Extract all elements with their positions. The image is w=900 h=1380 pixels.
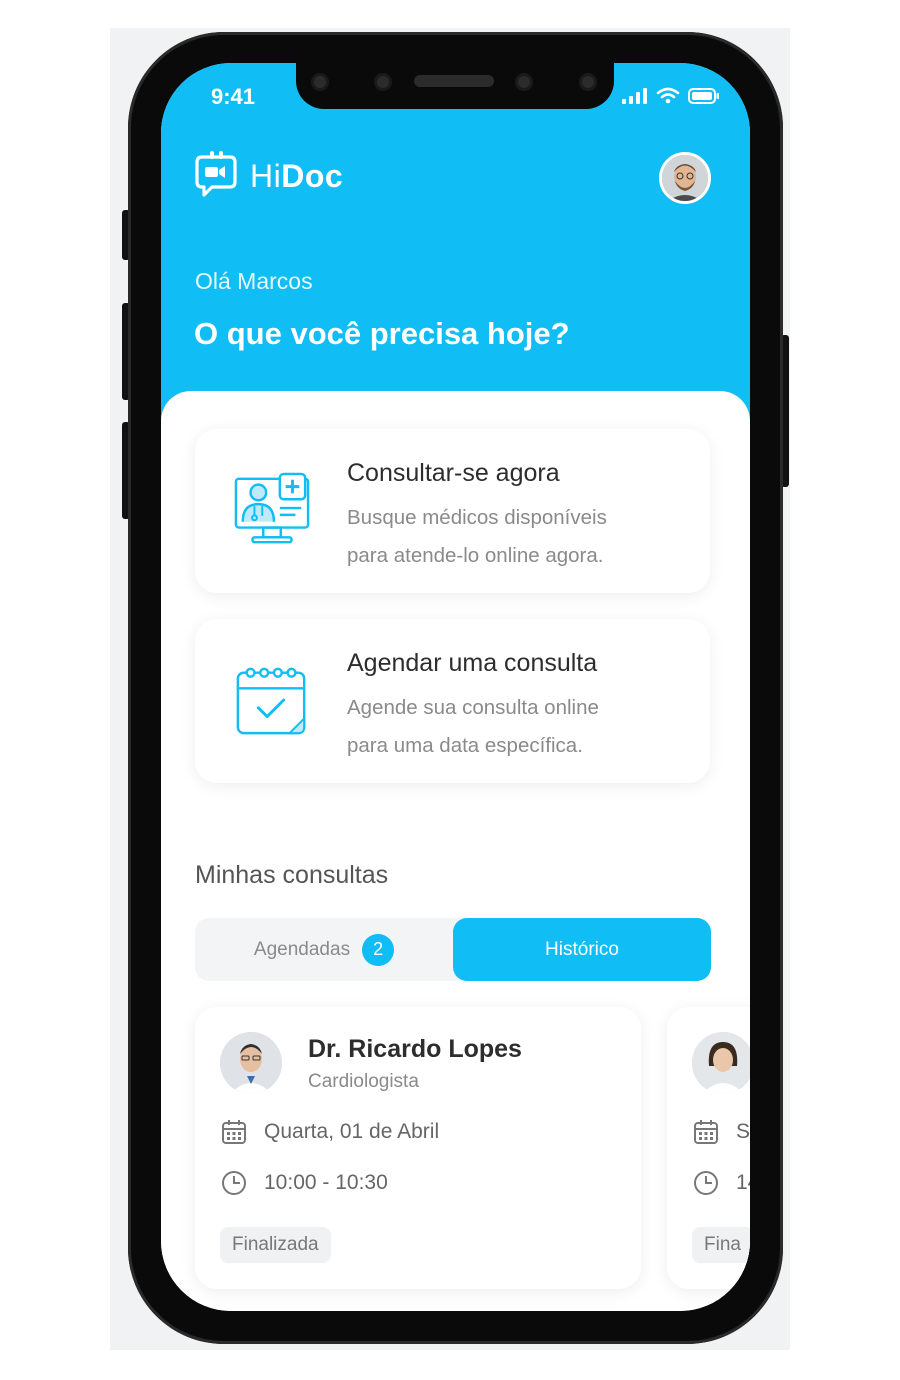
section-title: Minhas consultas (195, 861, 389, 889)
appointment-time: 14 (736, 1171, 750, 1194)
phone-screen: 9:41 HiDoc Olá Marcos O que você precisa… (161, 63, 750, 1311)
wifi-icon (656, 87, 680, 104)
tab-label: Histórico (545, 938, 619, 960)
clock-icon (694, 1171, 718, 1195)
tab-label: Agendadas (253, 938, 351, 960)
speaker-grille (414, 75, 494, 87)
tab-scheduled[interactable]: Agendadas 2 (195, 918, 453, 981)
card-title: Consultar-se agora (347, 459, 560, 487)
consult-now-card[interactable]: Consultar-se agora Busque médicos dispon… (195, 429, 710, 593)
card-description-line: Agende sua consulta online (347, 696, 599, 719)
video-chat-icon (195, 151, 237, 197)
doctor-name: Dr. Ricardo Lopes (308, 1035, 522, 1063)
status-time: 9:41 (211, 84, 256, 109)
card-title: Agendar uma consulta (347, 649, 598, 677)
appointment-date: S (736, 1120, 750, 1143)
status-badge: Finalizada (220, 1227, 331, 1263)
app-name-bold: Doc (281, 157, 344, 194)
appointment-time-row: 10:00 - 10:30 (220, 1169, 388, 1197)
doctor-avatar (220, 1032, 282, 1094)
signal-icon (622, 87, 647, 104)
consult-tabs: Agendadas 2 Histórico (195, 918, 711, 981)
doctor-specialty: Cardiologista (308, 1071, 419, 1092)
clock-icon (222, 1171, 246, 1195)
doctor-monitor-icon (234, 472, 310, 544)
app-name-light: Hi (250, 157, 282, 194)
sensor-icon (374, 73, 392, 91)
card-description-line: Busque médicos disponíveis (347, 506, 607, 529)
battery-icon (688, 87, 719, 104)
appointment-card[interactable]: S 14 Fina (667, 1007, 750, 1289)
appointment-date: Quarta, 01 de Abril (264, 1120, 440, 1143)
count-badge: 2 (362, 933, 395, 966)
appointment-time-row: 14 (692, 1169, 750, 1197)
sensor-icon (311, 73, 329, 91)
notch (296, 63, 614, 109)
card-description-line: para atende-lo online agora. (347, 544, 604, 567)
schedule-consult-card[interactable]: Agendar uma consulta Agende sua consulta… (195, 619, 710, 783)
card-description: Agende sua consulta online para uma data… (347, 689, 697, 765)
app-logo[interactable]: HiDoc (194, 151, 343, 201)
calendar-icon (694, 1120, 718, 1144)
doctor-avatar-image (220, 1032, 282, 1094)
tab-history[interactable]: Histórico (453, 918, 711, 981)
calendar-icon (222, 1120, 246, 1144)
user-avatar[interactable] (659, 152, 711, 204)
status-icons (622, 87, 720, 104)
user-avatar-image (662, 155, 708, 201)
card-description: Busque médicos disponíveis para atende-l… (347, 499, 697, 575)
app-name: HiDoc (250, 158, 343, 195)
appointment-date-row: S (692, 1118, 750, 1146)
sensor-icon (515, 73, 533, 91)
header: 9:41 HiDoc Olá Marcos O que você precisa… (161, 63, 750, 423)
front-camera-icon (579, 73, 597, 91)
appointment-date-row: Quarta, 01 de Abril (220, 1118, 439, 1146)
calendar-check-icon (236, 667, 306, 735)
status-badge: Fina (692, 1227, 750, 1263)
appointment-card[interactable]: Dr. Ricardo Lopes Cardiologista Quarta, … (195, 1007, 641, 1289)
page-title: O que você precisa hoje? (194, 316, 570, 351)
appointment-time: 10:00 - 10:30 (264, 1171, 388, 1194)
main-content: Consultar-se agora Busque médicos dispon… (161, 391, 750, 1311)
card-description-line: para uma data específica. (347, 734, 583, 757)
doctor-avatar (692, 1032, 750, 1094)
doctor-avatar-image (692, 1032, 750, 1094)
greeting-text: Olá Marcos (195, 268, 313, 294)
